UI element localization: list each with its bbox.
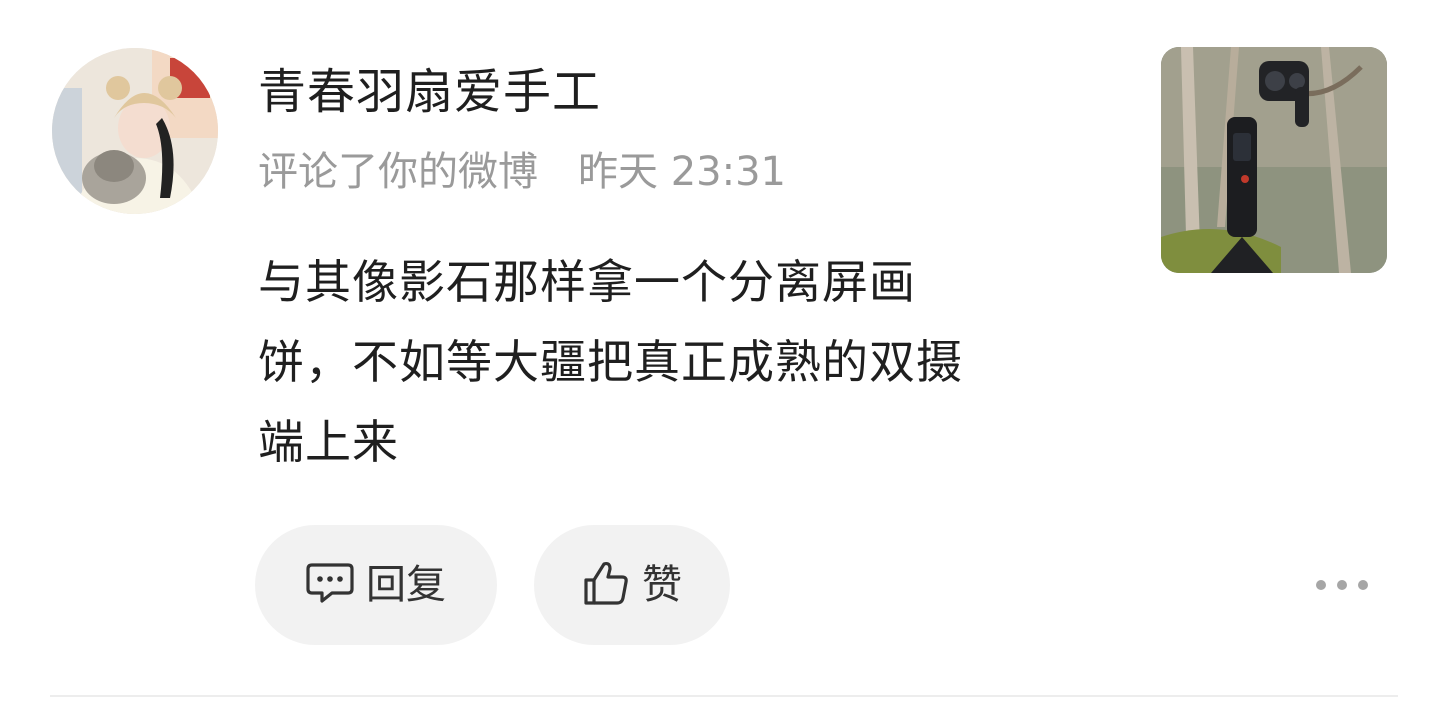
comment-icon bbox=[306, 562, 354, 608]
notification-meta: 评论了你的微博 昨天 23:31 bbox=[258, 146, 786, 198]
username[interactable]: 青春羽扇爱手工 bbox=[258, 60, 601, 124]
action-text: 评论了你的微博 bbox=[258, 149, 538, 195]
thumbs-up-icon bbox=[582, 560, 630, 610]
reply-button[interactable]: 回复 bbox=[255, 525, 497, 645]
comment-line: 饼，不如等大疆把真正成熟的双摄 bbox=[258, 335, 963, 389]
like-button[interactable]: 赞 bbox=[534, 525, 730, 645]
comment-line: 与其像影石那样拿一个分离屏画 bbox=[258, 255, 916, 309]
like-label: 赞 bbox=[642, 562, 682, 608]
comment-text[interactable]: 与其像影石那样拿一个分离屏画 饼，不如等大疆把真正成熟的双摄 端上来 bbox=[258, 242, 1108, 482]
comment-line: 端上来 bbox=[258, 415, 399, 469]
more-dots-icon[interactable] bbox=[1316, 570, 1368, 600]
comment-notification-card[interactable]: 青春羽扇爱手工 评论了你的微博 昨天 23:31 与其像影石那样拿一个分离屏画 饼… bbox=[0, 0, 1440, 709]
weibo-thumbnail[interactable] bbox=[1161, 47, 1387, 273]
reply-label: 回复 bbox=[366, 562, 446, 608]
timestamp: 昨天 23:31 bbox=[578, 149, 786, 195]
dot bbox=[1316, 580, 1326, 590]
dot bbox=[1337, 580, 1347, 590]
dot bbox=[1358, 580, 1368, 590]
user-avatar[interactable] bbox=[52, 48, 218, 214]
divider bbox=[50, 695, 1398, 697]
